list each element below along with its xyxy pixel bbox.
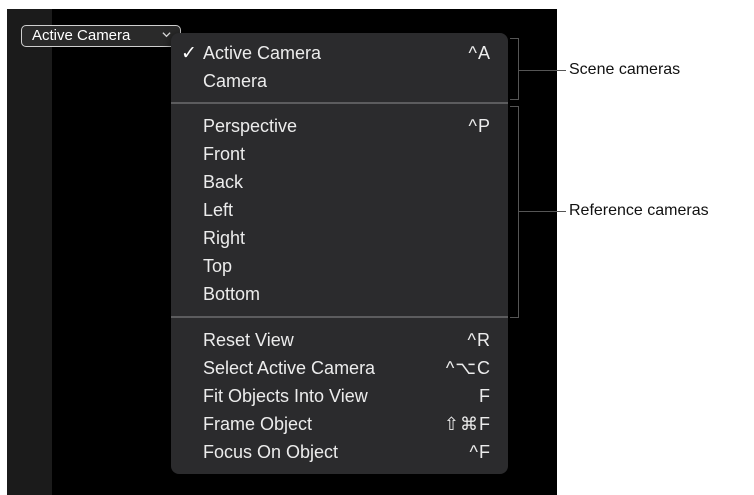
checkmark-icon: ✓ [181, 43, 197, 64]
camera-popup-label: Active Camera [32, 27, 131, 44]
menu-item-shortcut: ^F [469, 442, 491, 462]
menu-item-label: Front [203, 144, 246, 164]
reference-cameras-callout: Reference cameras [569, 202, 709, 219]
reference-cameras-bracket [510, 106, 519, 318]
menu-item-top[interactable]: Top [171, 254, 508, 281]
scene-cameras-bracket [510, 38, 519, 100]
menu-item-label: Left [203, 200, 234, 220]
menu-item-label: Fit Objects Into View [203, 386, 368, 406]
menu-item-label: Bottom [203, 284, 261, 304]
menu-item-label: Top [203, 256, 233, 276]
menu-item-label: Reset View [203, 330, 294, 350]
menu-item-fit-objects-into-view[interactable]: Fit Objects Into View F [171, 384, 508, 411]
menu-item-focus-on-object[interactable]: Focus On Object ^F [171, 440, 508, 467]
menu-item-left[interactable]: Left [171, 198, 508, 225]
menu-item-shortcut: ^R [467, 330, 491, 350]
reference-cameras-leader-line [518, 211, 566, 212]
menu-item-label: Focus On Object [203, 442, 339, 462]
menu-item-shortcut: ^A [468, 43, 491, 63]
menu-item-label: Active Camera [203, 43, 322, 63]
menu-item-select-active-camera[interactable]: Select Active Camera ^⌥C [171, 356, 508, 383]
menu-item-label: Back [203, 172, 244, 192]
menu-item-active-camera[interactable]: ✓ Active Camera ^A [171, 41, 508, 68]
camera-popup-button[interactable]: Active Camera [21, 25, 181, 47]
menu-separator [171, 316, 508, 318]
menu-item-bottom[interactable]: Bottom [171, 282, 508, 309]
menu-item-frame-object[interactable]: Frame Object ⇧⌘F [171, 412, 508, 439]
menu-item-reset-view[interactable]: Reset View ^R [171, 328, 508, 355]
menu-item-label: Select Active Camera [203, 358, 376, 378]
viewport-side-strip [7, 9, 52, 495]
menu-item-shortcut: ^P [468, 116, 491, 136]
menu-item-shortcut: ⇧⌘F [443, 414, 491, 434]
menu-item-front[interactable]: Front [171, 142, 508, 169]
menu-item-label: Frame Object [203, 414, 313, 434]
menu-item-perspective[interactable]: Perspective ^P [171, 114, 508, 141]
menu-item-label: Perspective [203, 116, 298, 136]
menu-separator [171, 102, 508, 104]
scene-cameras-leader-line [518, 70, 566, 71]
chevron-down-icon [162, 32, 171, 38]
menu-item-camera[interactable]: Camera [171, 69, 508, 96]
menu-item-shortcut: ^⌥C [445, 358, 491, 378]
scene-cameras-callout: Scene cameras [569, 61, 681, 78]
menu-item-label: Camera [203, 71, 268, 91]
menu-item-right[interactable]: Right [171, 226, 508, 253]
menu-item-label: Right [203, 228, 246, 248]
menu-item-back[interactable]: Back [171, 170, 508, 197]
camera-menu: ✓ Active Camera ^A Camera Perspective ^P… [171, 33, 508, 474]
menu-item-shortcut: F [479, 386, 491, 406]
